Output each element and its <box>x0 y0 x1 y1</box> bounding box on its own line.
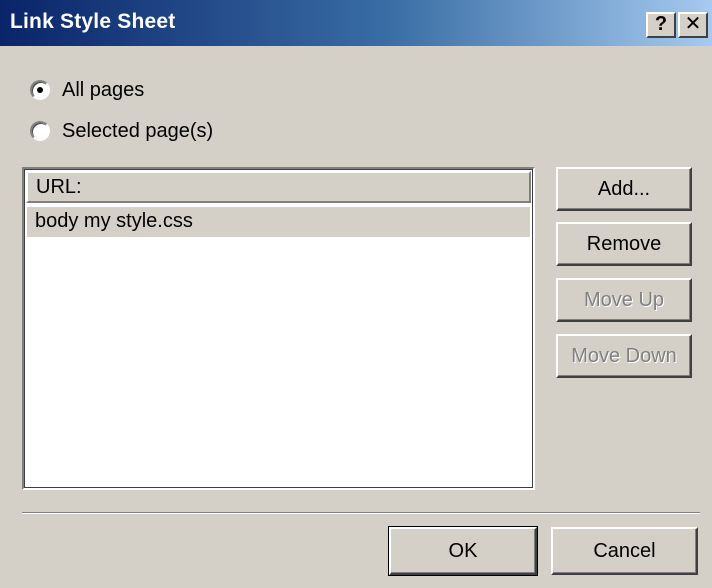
radio-button-checked[interactable] <box>30 80 50 100</box>
close-button[interactable]: ✕ <box>678 12 708 38</box>
radio-button-unchecked[interactable] <box>30 121 50 141</box>
help-button[interactable]: ? <box>646 12 676 38</box>
move-down-button[interactable]: Move Down <box>556 334 692 378</box>
title-bar: Link Style Sheet ? ✕ <box>0 0 712 46</box>
radio-label-all-pages: All pages <box>62 78 145 101</box>
cancel-button[interactable]: Cancel <box>551 527 698 575</box>
radio-selected-pages[interactable]: Selected page(s) <box>30 117 213 145</box>
ok-button[interactable]: OK <box>388 526 538 576</box>
list-column-header-url[interactable]: URL: <box>26 171 531 203</box>
radio-label-selected-pages: Selected page(s) <box>62 119 214 142</box>
move-up-button[interactable]: Move Up <box>556 278 692 322</box>
close-icon: ✕ <box>684 13 702 35</box>
help-icon: ? <box>654 13 668 35</box>
list-item[interactable]: body my style.css <box>27 207 530 237</box>
remove-button[interactable]: Remove <box>556 222 692 266</box>
radio-all-pages[interactable]: All pages <box>30 76 144 104</box>
add-button[interactable]: Add... <box>556 167 692 211</box>
window-title: Link Style Sheet <box>10 10 176 33</box>
url-list[interactable]: URL: body my style.css <box>22 167 535 490</box>
separator <box>22 512 700 514</box>
